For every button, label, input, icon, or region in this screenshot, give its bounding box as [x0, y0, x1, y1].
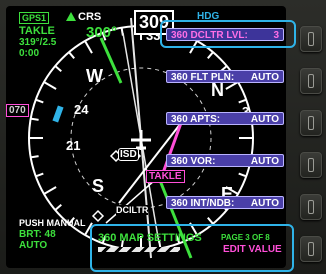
time-readout: 0:00 [19, 48, 40, 59]
compass-tick [35, 98, 44, 104]
compass-tick [207, 217, 214, 225]
menu-label: 360 FLT PLN: [171, 72, 235, 83]
menu-callout [160, 20, 296, 48]
waypoint-takle: TAKLE [146, 170, 185, 183]
menu-value: AUTO [250, 198, 279, 209]
left-tag: 070 [6, 104, 29, 117]
gps-badge: GPS1 [19, 12, 50, 24]
side-button-2[interactable] [300, 68, 322, 94]
compass-tick [54, 204, 62, 211]
bearing-distance: 319°/2.5 [19, 37, 57, 48]
side-button-6[interactable] [300, 236, 322, 262]
menu-label: 360 VOR: [171, 156, 216, 167]
menu-vor[interactable]: 360 VOR: AUTO [166, 154, 284, 167]
menu-value: AUTO [250, 156, 279, 167]
compass-tick [54, 65, 62, 72]
push-manual-label: PUSH MANUAL [19, 218, 86, 228]
side-button-1[interactable] [300, 26, 322, 52]
compass-tick [43, 81, 57, 90]
brightness-mode: AUTO [19, 240, 48, 251]
compass-21: 21 [66, 138, 81, 153]
menu-value: AUTO [250, 72, 279, 83]
menu-flt-pln[interactable]: 360 FLT PLN: AUTO [166, 70, 284, 83]
menu-label: 360 INT/NDB: [171, 198, 235, 209]
compass-tick [30, 117, 39, 121]
crs-value: 300° [86, 24, 118, 41]
compass-tick [238, 172, 247, 178]
compass-tick [68, 51, 75, 59]
compass-tick [207, 51, 214, 59]
crs-label: CRS [78, 11, 102, 23]
compass-tick [30, 155, 39, 159]
menu-apts[interactable]: 360 APTS: AUTO [166, 112, 284, 125]
side-button-3[interactable] [300, 110, 322, 136]
side-button-5[interactable] [300, 194, 322, 220]
compass-s: S [92, 176, 105, 196]
compass-w: W [86, 66, 103, 86]
waypoint-isd: ISD [118, 148, 139, 161]
bottom-callout [90, 224, 294, 272]
flight-mode: TAKLE [19, 25, 55, 37]
menu-int-ndb[interactable]: 360 INT/NDB: AUTO [166, 196, 284, 209]
menu-value: AUTO [250, 114, 279, 125]
compass-tick [43, 186, 57, 195]
compass-tick [35, 172, 44, 178]
compass-tick [238, 98, 247, 104]
compass-24: 24 [74, 102, 89, 117]
brightness-value: BRT: 48 [19, 229, 56, 240]
side-button-4[interactable] [300, 152, 322, 178]
compass-tick [84, 40, 93, 54]
menu-label: 360 APTS: [171, 114, 221, 125]
crs-icon [66, 12, 76, 21]
waypoint-dciltr: DCILTR [116, 205, 149, 215]
